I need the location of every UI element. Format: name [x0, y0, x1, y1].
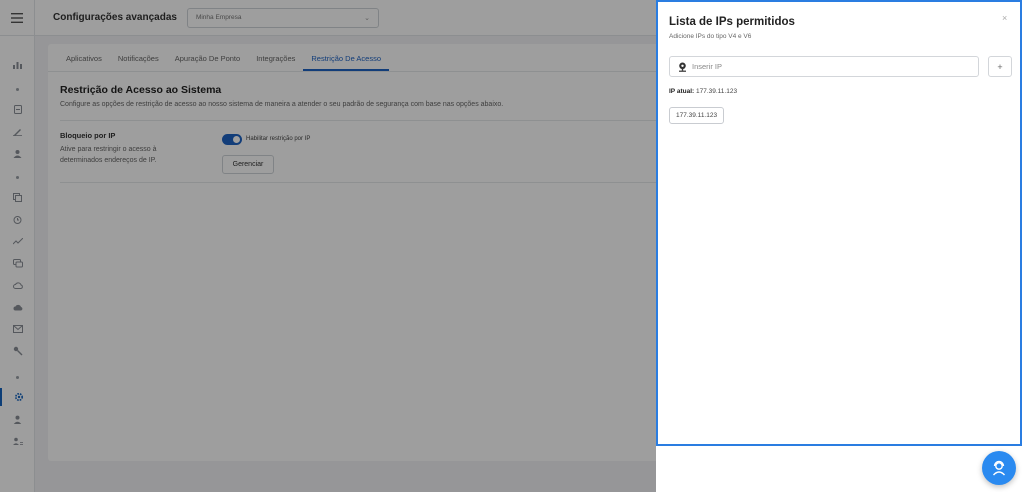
ip-icon: [679, 62, 686, 72]
current-ip-value: 177.39.11.123: [695, 88, 738, 95]
support-agent-icon: [992, 460, 1006, 476]
close-icon[interactable]: ×: [1002, 13, 1007, 23]
ip-input[interactable]: [692, 62, 972, 71]
ip-input-wrapper: [669, 56, 979, 77]
allowed-ip-chip[interactable]: 177.39.11.123: [669, 107, 725, 124]
allowed-ips-panel: Lista de IPs permitidos Adicione IPs do …: [656, 0, 1024, 492]
panel-subtitle: Adicione IPs do tipo V4 e V6: [669, 33, 752, 40]
add-ip-button[interactable]: +: [988, 56, 1012, 77]
current-ip-label: IP atual:: [669, 88, 695, 95]
support-button[interactable]: [982, 451, 1016, 485]
panel-title: Lista de IPs permitidos: [669, 16, 795, 28]
current-ip: IP atual: 177.39.11.123: [669, 88, 737, 95]
